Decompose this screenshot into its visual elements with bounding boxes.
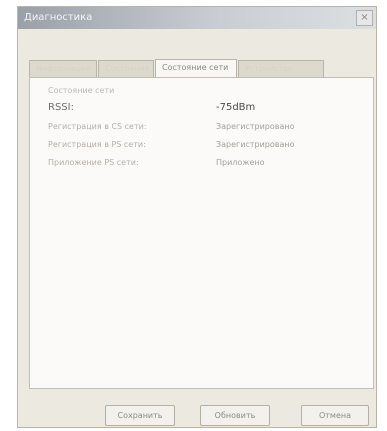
tab-status[interactable]: Состояние	[98, 60, 154, 77]
row-rssi: RSSI: -75dBm	[30, 102, 373, 121]
tab-device[interactable]: Устройство	[238, 60, 324, 77]
section-title: Состояние сети	[48, 86, 115, 95]
ps-registration-value: Зарегистрировано	[216, 140, 295, 149]
save-button[interactable]: Сохранить	[105, 405, 175, 426]
ps-attach-label: Приложение PS сети:	[48, 158, 139, 167]
row-ps-registration: Регистрация в PS сети: Зарегистрировано	[30, 140, 373, 158]
tab-network-status[interactable]: Состояние сети	[155, 59, 237, 78]
row-cs-registration: Регистрация в CS сети: Зарегистрировано	[30, 122, 373, 140]
rssi-value: -75dBm	[216, 102, 256, 113]
window-title: Диагностика	[24, 12, 93, 23]
tab-info[interactable]: Информация	[29, 60, 97, 77]
title-bar[interactable]: Диагностика ×	[18, 7, 376, 29]
close-button[interactable]: ×	[356, 10, 373, 26]
diagnostics-dialog: Диагностика × Информация Состояние Состоян…	[17, 6, 377, 428]
refresh-button[interactable]: Обновить	[200, 405, 270, 426]
rssi-label: RSSI:	[48, 102, 74, 113]
cancel-button[interactable]: Отмена	[301, 405, 369, 426]
cs-registration-label: Регистрация в CS сети:	[48, 122, 147, 131]
network-status-panel: Состояние сети RSSI: -75dBm Регистрация …	[29, 77, 374, 389]
cs-registration-value: Зарегистрировано	[216, 122, 295, 131]
row-ps-attach: Приложение PS сети: Приложено	[30, 158, 373, 176]
ps-registration-label: Регистрация в PS сети:	[48, 140, 146, 149]
ps-attach-value: Приложено	[216, 158, 265, 167]
tab-strip: Информация Состояние Состояние сети Устройс…	[29, 58, 325, 78]
